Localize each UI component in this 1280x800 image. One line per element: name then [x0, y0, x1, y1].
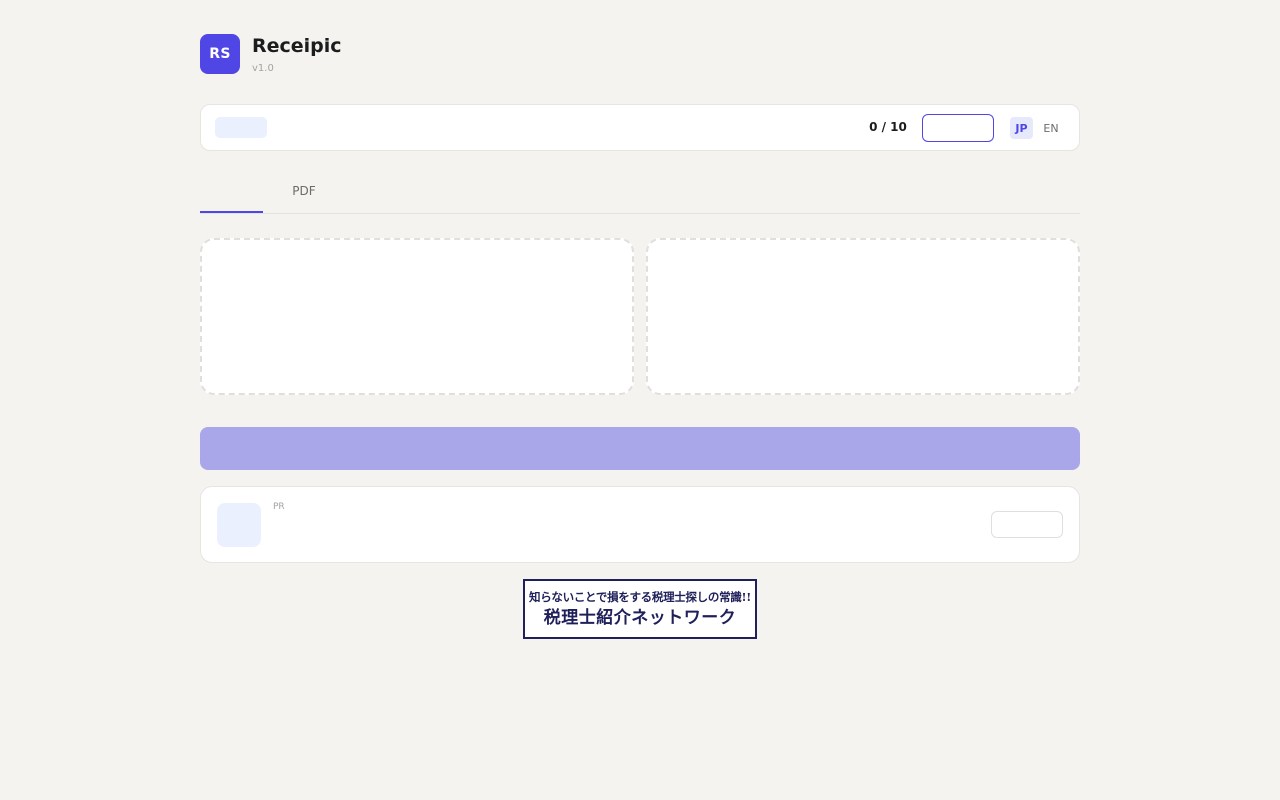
tab-pdf[interactable]: PDF — [278, 184, 330, 198]
pr-label: PR — [273, 502, 285, 512]
tab-bar: PDF — [200, 170, 1080, 214]
process-button[interactable] — [200, 427, 1080, 470]
toolbar-input[interactable] — [922, 114, 994, 142]
banner-tagline: 知らないことで損をする税理士探しの常識!! — [529, 589, 751, 604]
app-logo: RS — [200, 34, 240, 74]
toolbar: 0 / 10 JP EN — [200, 104, 1080, 151]
app-title: Receipic — [252, 35, 342, 57]
pr-card: PR — [200, 486, 1080, 563]
language-jp-button[interactable]: JP — [1010, 117, 1033, 139]
app-version: v1.0 — [252, 63, 274, 74]
toolbar-chip-button[interactable] — [215, 117, 267, 138]
upload-dropzone-left[interactable] — [200, 238, 634, 395]
pr-action-button[interactable] — [991, 511, 1063, 538]
pr-thumbnail — [217, 503, 261, 547]
tax-accountant-banner[interactable]: 知らないことで損をする税理士探しの常識!! 税理士紹介ネットワーク — [523, 579, 757, 639]
app-header: RS Receipic v1.0 — [200, 34, 1080, 78]
upload-dropzone-right[interactable] — [646, 238, 1080, 395]
tab-image[interactable] — [200, 170, 263, 213]
language-en-button[interactable]: EN — [1039, 117, 1063, 139]
banner-title: 税理士紹介ネットワーク — [543, 607, 737, 628]
usage-counter: 0 / 10 — [869, 120, 907, 134]
